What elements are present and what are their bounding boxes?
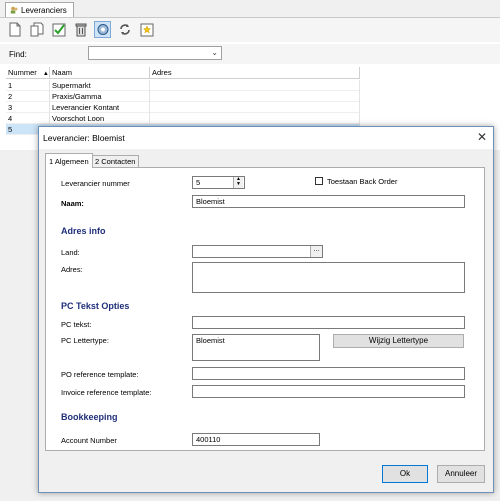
browse-button[interactable]: ... (310, 246, 322, 257)
name-field[interactable]: Bloemist (192, 195, 465, 208)
account-number-value: 400110 (196, 435, 221, 444)
pc-font-value: Bloemist (196, 336, 225, 345)
supplier-dialog: Leverancier: Bloemist ✕ 1 Algemeen 2 Con… (38, 126, 494, 493)
cell-naam: Leverancier Kontant (50, 102, 150, 113)
copy-doc-icon[interactable] (28, 21, 45, 38)
column-header-adres[interactable]: Adres (150, 67, 360, 79)
column-header-naam[interactable]: Naam (50, 67, 150, 79)
general-panel: Leverancier nummer 5 ▲ ▼ Toestaan Back Or… (45, 167, 485, 451)
cell-naam: Voorschot Loon (50, 113, 150, 124)
po-template-label: PO reference template: (61, 370, 139, 379)
invoice-template-label: Invoice reference template: (61, 388, 152, 397)
cell-adres (150, 80, 360, 91)
find-combobox[interactable]: ⌄ (88, 46, 222, 60)
cell-nummer: 4 (6, 113, 50, 124)
sync-icon[interactable] (116, 21, 133, 38)
cell-adres (150, 91, 360, 102)
cell-naam: Praxis/Gamma (50, 91, 150, 102)
change-font-button[interactable]: Wijzig Lettertype (333, 334, 464, 348)
new-doc-icon[interactable] (6, 21, 23, 38)
invoice-template-field[interactable] (192, 385, 465, 398)
check-icon[interactable] (50, 21, 67, 38)
spin-buttons[interactable]: ▲ ▼ (233, 177, 243, 188)
favorite-icon[interactable] (138, 21, 155, 38)
name-label: Naam: (61, 199, 84, 208)
account-number-field[interactable]: 400110 (192, 433, 320, 446)
cell-nummer: 2 (6, 91, 50, 102)
backorder-label: Toestaan Back Order (327, 177, 398, 186)
dialog-title: Leverancier: Bloemist (43, 133, 125, 143)
find-label: Find: (9, 50, 27, 59)
chevron-down-icon[interactable]: ⌄ (211, 48, 218, 57)
cell-adres (150, 113, 360, 124)
pc-font-label: PC Lettertype: (61, 336, 109, 345)
table-row[interactable]: 1 Supermarkt (6, 80, 360, 91)
close-icon[interactable]: ✕ (477, 130, 487, 144)
find-bar (0, 44, 500, 64)
name-value: Bloemist (196, 197, 225, 206)
cell-nummer: 3 (6, 102, 50, 113)
supplier-number-stepper[interactable]: 5 ▲ ▼ (192, 176, 245, 189)
cancel-button[interactable]: Annuleer (437, 465, 485, 483)
table-row[interactable]: 3 Leverancier Kontant (6, 102, 360, 113)
country-field[interactable]: ... (192, 245, 323, 258)
delete-bin-icon[interactable] (72, 21, 89, 38)
bookkeeping-section-title: Bookkeeping (61, 412, 118, 422)
cell-adres (150, 102, 360, 113)
country-label: Land: (61, 248, 80, 257)
dialog-titlebar[interactable]: Leverancier: Bloemist ✕ (39, 127, 493, 149)
refresh-icon[interactable] (94, 21, 111, 38)
pc-text-field[interactable] (192, 316, 465, 329)
pc-text-section-title: PC Tekst Opties (61, 301, 130, 311)
cell-nummer: 1 (6, 80, 50, 91)
address-label: Adres: (61, 265, 83, 274)
tab-algemeen[interactable]: 1 Algemeen (45, 153, 93, 168)
contacts-icon (10, 6, 18, 14)
ok-button[interactable]: Ok (382, 465, 428, 483)
column-header-nummer[interactable]: Nummer ▲ (6, 67, 50, 79)
address-section-title: Adres info (61, 226, 106, 236)
tab-bar (0, 0, 500, 18)
table-row[interactable]: 2 Praxis/Gamma (6, 91, 360, 102)
pc-font-preview: Bloemist (192, 334, 320, 361)
table-row[interactable]: 4 Voorschot Loon (6, 113, 360, 124)
pc-text-label: PC tekst: (61, 320, 92, 329)
cell-naam: Supermarkt (50, 80, 150, 91)
backorder-checkbox[interactable] (315, 177, 323, 185)
address-textarea[interactable] (192, 262, 465, 293)
supplier-number-label: Leverancier nummer (61, 179, 130, 188)
toolbar (0, 18, 500, 42)
tab-leveranciers[interactable]: Leveranciers (5, 2, 74, 17)
tab-label: Leveranciers (21, 5, 67, 15)
supplier-number-value: 5 (196, 178, 201, 187)
po-template-field[interactable] (192, 367, 465, 380)
account-number-label: Account Number (61, 436, 117, 445)
sort-ascending-icon: ▲ (42, 71, 49, 77)
